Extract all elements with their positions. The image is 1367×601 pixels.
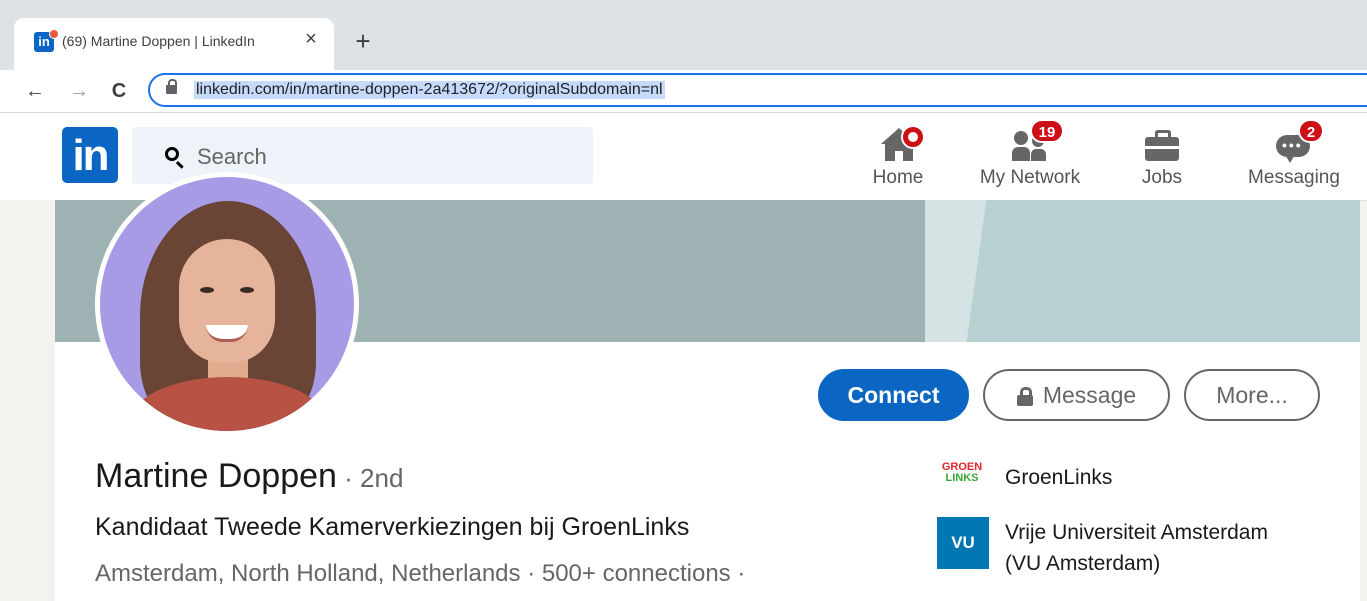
more-button[interactable]: More... xyxy=(1184,369,1320,421)
home-icon xyxy=(878,125,925,165)
reload-button[interactable]: C xyxy=(104,76,134,106)
search-icon xyxy=(165,147,179,161)
tab-title: (69) Martine Doppen | LinkedIn xyxy=(62,33,255,49)
linkedin-logo[interactable]: in xyxy=(62,127,118,183)
nav-label-messaging: Messaging xyxy=(1248,167,1340,188)
org-name-groenlinks: GroenLinks xyxy=(1005,466,1113,489)
back-button[interactable]: ← xyxy=(20,76,50,106)
org-groenlinks[interactable]: GROEN LINKS GroenLinks xyxy=(937,458,1237,512)
vu-logo: VU xyxy=(937,517,989,569)
search-placeholder: Search xyxy=(197,144,267,169)
address-bar[interactable]: linkedin.com/in/martine-doppen-2a413672/… xyxy=(148,73,1367,107)
message-button-label: Message xyxy=(1042,382,1137,408)
profile-name-text: Martine Doppen xyxy=(95,457,337,495)
linkedin-favicon-icon: in xyxy=(34,29,59,52)
nav-item-jobs[interactable]: Jobs xyxy=(1122,113,1202,200)
profile-headline: Kandidaat Tweede Kamerverkiezingen bij G… xyxy=(95,513,690,541)
nav-label-home: Home xyxy=(872,167,924,188)
messaging-icon: ••• 2 xyxy=(1274,119,1324,165)
url-text[interactable]: linkedin.com/in/martine-doppen-2a413672/… xyxy=(194,81,665,99)
page-background-left xyxy=(0,200,55,601)
new-tab-button[interactable]: + xyxy=(350,28,376,54)
org-name-vu: Vrije Universiteit Amsterdam (VU Amsterd… xyxy=(1005,521,1268,575)
lock-icon xyxy=(1016,387,1033,406)
browser-toolbar: ← → C linkedin.com/in/martine-doppen-2a4… xyxy=(0,70,1367,113)
forward-button[interactable]: → xyxy=(64,76,94,106)
browser-tab[interactable]: in (69) Martine Doppen | LinkedIn × xyxy=(14,18,334,70)
message-button[interactable]: Message xyxy=(983,369,1170,421)
groenlinks-logo: GROEN LINKS xyxy=(941,461,983,484)
profile-location-connections: Amsterdam, North Holland, Netherlands · … xyxy=(95,560,746,587)
profile-name: Martine Doppen · 2nd xyxy=(95,457,403,496)
nav-item-my-network[interactable]: 19 My Network xyxy=(968,113,1092,200)
connect-button[interactable]: Connect xyxy=(818,369,969,421)
tab-close-icon[interactable]: × xyxy=(300,28,322,50)
nav-label-my-network: My Network xyxy=(979,167,1081,188)
nav-item-home[interactable]: Home xyxy=(858,113,938,200)
nav-label-jobs: Jobs xyxy=(1141,167,1183,188)
profile-photo[interactable] xyxy=(95,172,359,436)
people-icon: 19 xyxy=(1010,119,1064,165)
nav-item-messaging[interactable]: ••• 2 Messaging xyxy=(1244,113,1344,200)
network-badge: 19 xyxy=(1030,119,1064,143)
notification-dot-icon xyxy=(49,29,59,39)
messaging-badge: 2 xyxy=(1298,119,1324,143)
connection-degree: · 2nd xyxy=(336,463,404,493)
org-vu-amsterdam[interactable]: VU Vrije Universiteit Amsterdam (VU Amst… xyxy=(937,517,1337,575)
home-notification-dot xyxy=(901,125,925,149)
lock-icon xyxy=(166,79,177,95)
browser-tab-strip: in (69) Martine Doppen | LinkedIn × + xyxy=(0,0,1367,70)
briefcase-icon xyxy=(1142,125,1182,165)
